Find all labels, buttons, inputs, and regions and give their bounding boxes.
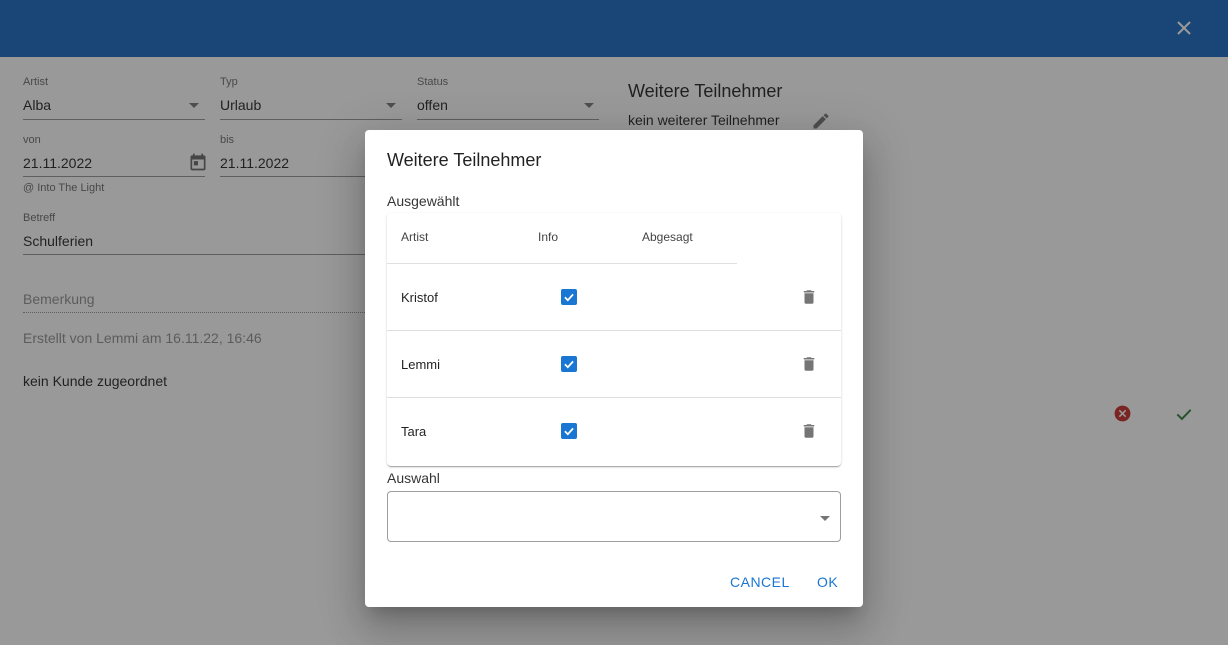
- row-artist-name: Lemmi: [401, 357, 441, 372]
- table-row: Kristof: [387, 264, 841, 331]
- dialog-title: Weitere Teilnehmer: [387, 150, 542, 170]
- weitere-teilnehmer-dialog: Weitere Teilnehmer Ausgewählt Artist Inf…: [365, 130, 863, 607]
- trash-icon[interactable]: [800, 355, 818, 373]
- row-artist-name: Kristof: [401, 290, 438, 305]
- table-row: Tara: [387, 398, 841, 465]
- check-icon: [564, 427, 574, 436]
- row-artist-name: Tara: [401, 424, 427, 439]
- column-header-info[interactable]: Info: [538, 230, 558, 244]
- column-header-abgesagt[interactable]: Abgesagt: [642, 230, 693, 244]
- auswahl-select[interactable]: [387, 491, 841, 542]
- cancel-button[interactable]: CANCEL: [730, 574, 790, 590]
- selected-participants-table: Artist Info Abgesagt Kristof Lemmi Tara: [387, 213, 841, 466]
- check-icon: [564, 360, 574, 369]
- auswahl-label: Auswahl: [387, 470, 440, 486]
- selected-label: Ausgewählt: [387, 193, 460, 209]
- check-icon: [564, 293, 574, 302]
- table-row: Lemmi: [387, 331, 841, 398]
- chevron-down-icon[interactable]: [820, 516, 830, 521]
- info-checkbox[interactable]: [561, 289, 577, 305]
- info-checkbox[interactable]: [561, 356, 577, 372]
- column-header-artist[interactable]: Artist: [401, 230, 428, 244]
- info-checkbox[interactable]: [561, 423, 577, 439]
- ok-button[interactable]: OK: [817, 574, 838, 590]
- trash-icon[interactable]: [800, 288, 818, 306]
- trash-icon[interactable]: [800, 422, 818, 440]
